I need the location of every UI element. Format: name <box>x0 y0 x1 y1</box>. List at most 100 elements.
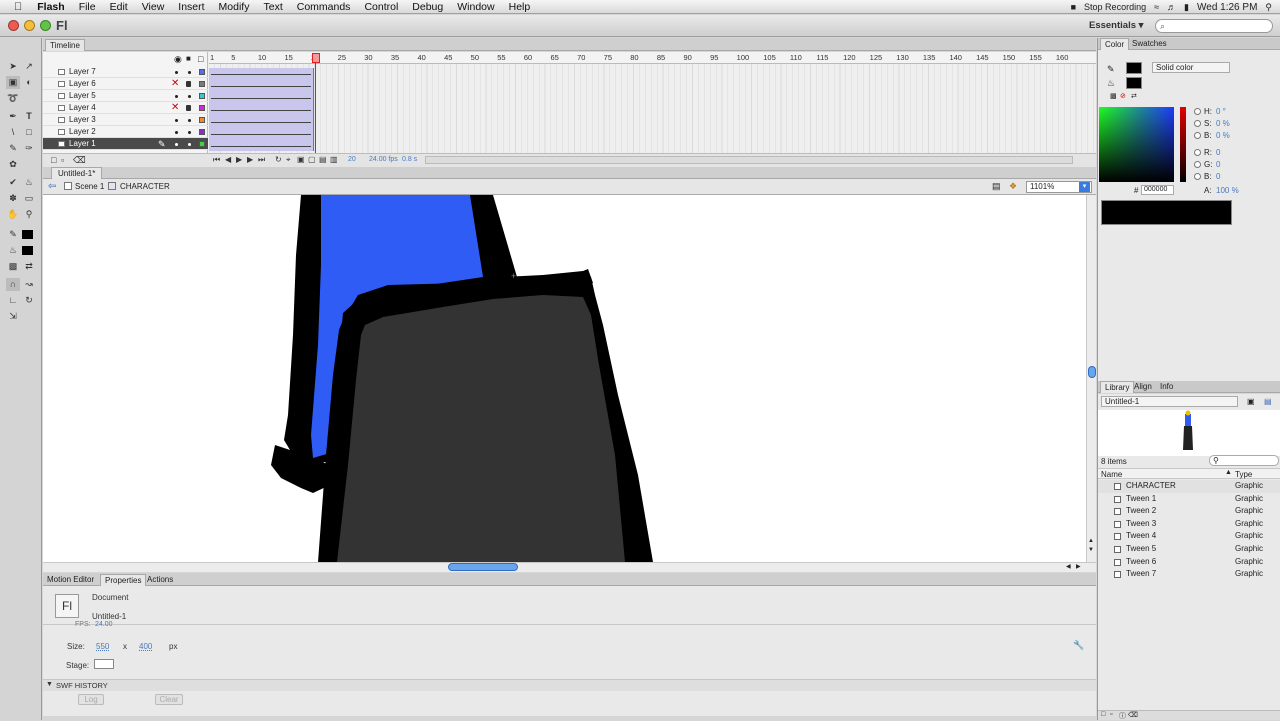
frame-ruler[interactable]: 1510152025303540455055606570758085909510… <box>209 52 1096 64</box>
channel-value[interactable]: 0 <box>1216 148 1220 157</box>
library-item[interactable]: Tween 2 Graphic <box>1098 505 1280 518</box>
battery-icon[interactable]: ▮ <box>1184 2 1189 13</box>
wrench-icon[interactable]: 🔧 <box>1073 640 1084 651</box>
free-transform-tool-icon[interactable]: ▣ <box>6 76 20 89</box>
channel-radio[interactable] <box>1194 149 1201 156</box>
close-window-button[interactable] <box>8 20 19 31</box>
visibility-dot[interactable] <box>175 119 178 122</box>
layer-row[interactable]: Layer 6 ✕ <box>43 78 208 90</box>
clear-button[interactable]: Clear <box>155 694 183 705</box>
apple-menu-icon[interactable]:  <box>0 1 30 13</box>
outline-color-swatch[interactable] <box>199 93 205 99</box>
library-item[interactable]: Tween 5 Graphic <box>1098 543 1280 556</box>
playhead[interactable] <box>312 53 320 63</box>
fill-color-swatch[interactable] <box>22 246 33 255</box>
channel-radio[interactable] <box>1194 161 1201 168</box>
edit-scene-icon[interactable]: ▤ <box>992 181 1001 192</box>
document-tab[interactable]: Untitled-1* <box>51 167 103 179</box>
tab-timeline[interactable]: Timeline <box>45 39 85 51</box>
edit-multiple-frames-icon[interactable]: ▤ <box>319 155 327 164</box>
app-menu[interactable]: Flash <box>30 1 71 13</box>
character-artwork[interactable]: + <box>43 195 1086 562</box>
paint-bucket-tool-icon[interactable]: ♨ <box>22 176 36 189</box>
menu-window[interactable]: Window <box>450 1 501 13</box>
wifi-icon[interactable]: ≈ <box>1154 2 1159 12</box>
snap-to-objects-icon[interactable]: ∩ <box>6 278 20 291</box>
deco-tool-icon[interactable]: ✿ <box>6 158 20 171</box>
modify-markers-icon[interactable]: ▥ <box>330 155 338 164</box>
tab-info[interactable]: Info <box>1156 381 1177 393</box>
stage-height-field[interactable]: 400 <box>139 642 152 651</box>
stop-recording-icon[interactable]: ■ <box>1071 2 1076 12</box>
layer-row[interactable]: Layer 5 <box>43 90 208 102</box>
stage-canvas[interactable]: + <box>43 195 1086 562</box>
volume-icon[interactable]: ♬ <box>1167 2 1176 12</box>
menu-control[interactable]: Control <box>357 1 405 13</box>
outline-color-swatch[interactable] <box>199 81 205 87</box>
lock-dot[interactable] <box>188 95 191 98</box>
layer-name[interactable]: Layer 5 <box>69 90 96 102</box>
library-item[interactable]: CHARACTER Graphic <box>1098 480 1280 493</box>
color-type-select[interactable]: Solid color <box>1152 62 1230 73</box>
next-frame-icon[interactable]: ▶ <box>247 155 253 164</box>
channel-value[interactable]: 0 ° <box>1216 107 1226 116</box>
layer-name[interactable]: Layer 6 <box>69 78 96 90</box>
loop-icon[interactable]: ↻ <box>275 155 282 164</box>
new-library-folder-icon[interactable]: ▫ <box>1110 711 1112 718</box>
color-stroke-swatch[interactable] <box>1126 62 1142 74</box>
rectangle-tool-icon[interactable]: □ <box>22 126 36 139</box>
col-name[interactable]: Name <box>1101 470 1122 479</box>
edit-symbols-icon[interactable]: ❖ <box>1009 181 1017 192</box>
menu-edit[interactable]: Edit <box>103 1 135 13</box>
no-color-icon[interactable]: ⊘ <box>1120 92 1126 100</box>
hand-tool-icon[interactable]: ✋ <box>6 208 20 221</box>
new-library-icon[interactable]: ▤ <box>1264 397 1272 406</box>
library-item[interactable]: Tween 6 Graphic <box>1098 556 1280 569</box>
stage-horizontal-scrollbar[interactable]: ◀ ▶ <box>43 562 1096 572</box>
fill-bucket-icon[interactable]: ♨ <box>1107 78 1115 89</box>
motion-tween-span[interactable] <box>209 68 314 151</box>
black-white-icon[interactable]: ▩ <box>6 260 20 273</box>
subselection-tool-icon[interactable]: ↗ <box>22 60 36 73</box>
collapse-triangle-icon[interactable]: ▼ <box>46 681 53 688</box>
swap-colors-icon[interactable]: ⇄ <box>22 260 36 273</box>
3d-rotation-tool-icon[interactable]: ◐ <box>22 76 36 89</box>
show-hide-all-icon[interactable]: ◉ <box>174 54 182 65</box>
stroke-color-swatch[interactable] <box>22 230 33 239</box>
selection-tool-icon[interactable]: ➤ <box>6 60 20 73</box>
menu-commands[interactable]: Commands <box>290 1 358 13</box>
onion-outlines-icon[interactable]: ▢ <box>308 155 316 164</box>
log-button[interactable]: Log <box>78 694 104 705</box>
center-frame-icon[interactable]: ⌖ <box>286 155 291 165</box>
rotate-icon[interactable]: ↻ <box>22 294 36 307</box>
timeline-hscrollbar[interactable] <box>425 156 1073 164</box>
frames-area[interactable]: 1510152025303540455055606570758085909510… <box>209 52 1096 167</box>
prev-frame-icon[interactable]: ◀ <box>225 155 231 164</box>
menu-file[interactable]: File <box>72 1 103 13</box>
col-type[interactable]: Type <box>1235 470 1252 479</box>
lock-dot[interactable] <box>188 71 191 74</box>
fps-readout[interactable]: 24.00 fps <box>369 156 398 163</box>
scroll-down-icon[interactable]: ▼ <box>1088 547 1094 553</box>
library-item[interactable]: Tween 7 Graphic <box>1098 568 1280 581</box>
tab-motion-editor[interactable]: Motion Editor <box>43 574 98 586</box>
scroll-left-icon[interactable]: ◀ <box>1066 563 1071 570</box>
layer-name[interactable]: Layer 3 <box>69 114 96 126</box>
channel-radio[interactable] <box>1194 108 1201 115</box>
layer-name[interactable]: Layer 4 <box>69 102 96 114</box>
tab-color[interactable]: Color <box>1100 38 1130 50</box>
layer-row[interactable]: Layer 3 <box>43 114 208 126</box>
outline-color-swatch[interactable] <box>199 69 205 75</box>
menu-view[interactable]: View <box>135 1 172 13</box>
outline-color-swatch[interactable] <box>199 129 205 135</box>
bone-tool-icon[interactable]: ✔ <box>6 176 20 189</box>
tab-properties[interactable]: Properties <box>100 574 147 586</box>
fill-color-icon[interactable]: ♨ <box>6 244 20 257</box>
lock-dot[interactable] <box>188 143 191 146</box>
menu-text[interactable]: Text <box>256 1 289 13</box>
stop-recording-label[interactable]: Stop Recording <box>1084 2 1146 12</box>
help-search-input[interactable]: ⌕ <box>1155 19 1273 33</box>
menu-modify[interactable]: Modify <box>212 1 257 13</box>
layer-row[interactable]: Layer 4 ✕ <box>43 102 208 114</box>
library-document-select[interactable]: Untitled-1 <box>1101 396 1238 407</box>
